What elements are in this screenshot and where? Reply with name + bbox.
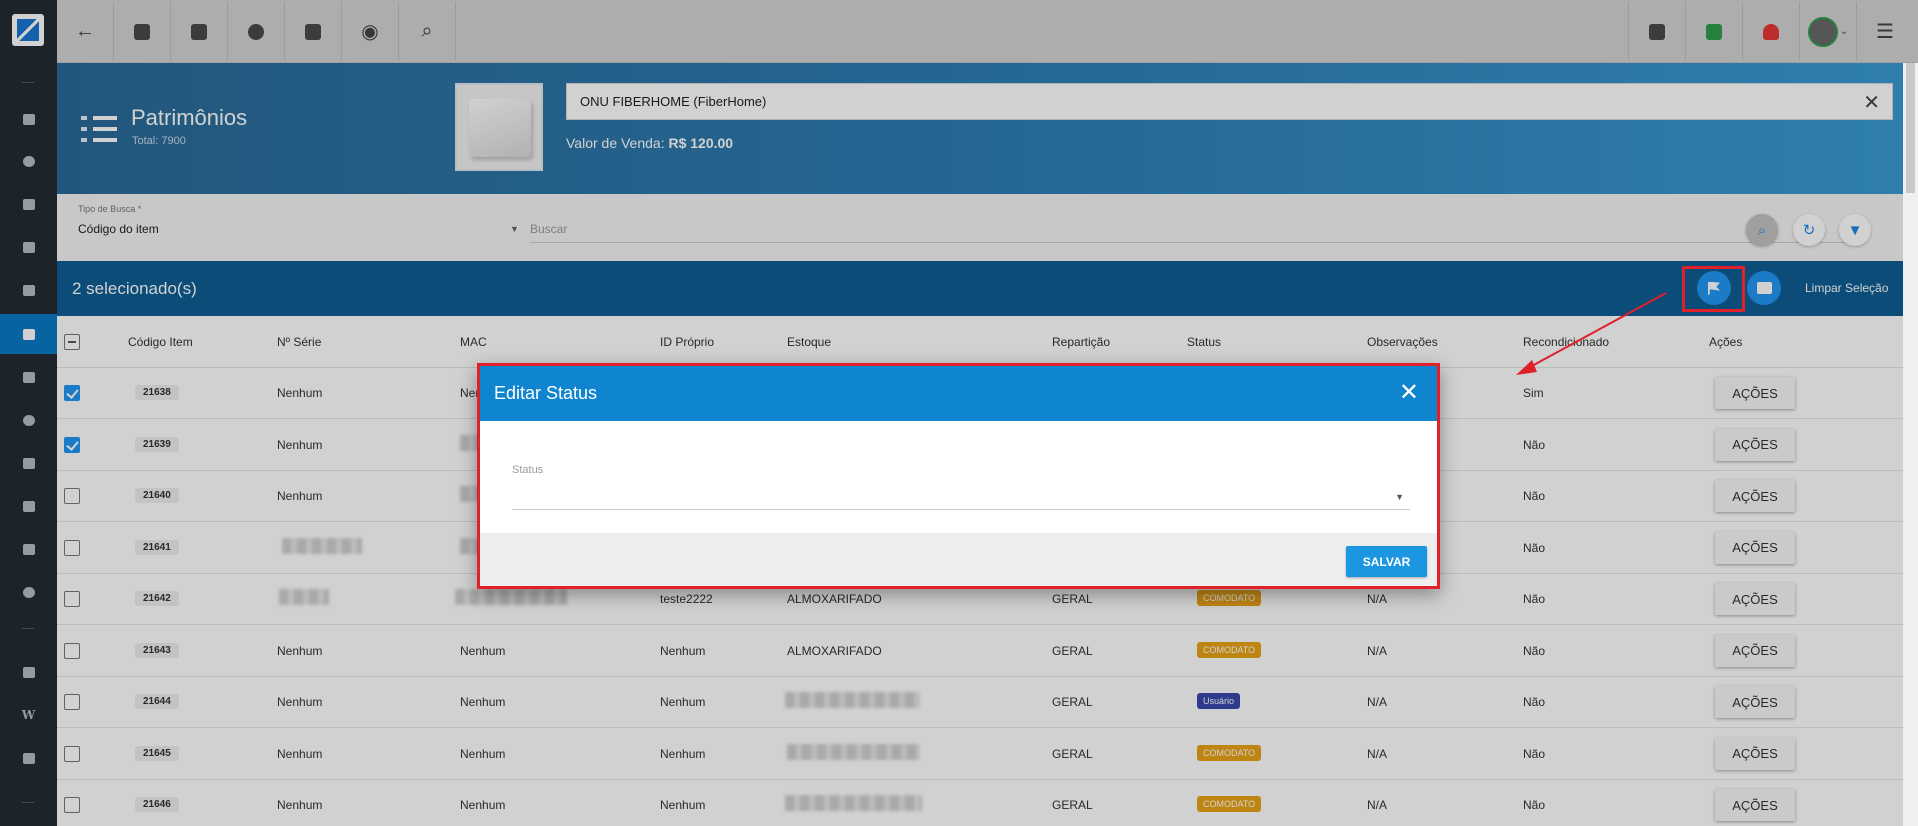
page-scrollbar[interactable] [1903, 63, 1918, 826]
annotation-arrow [1516, 292, 1667, 375]
scrollbar-thumb[interactable] [1906, 63, 1915, 193]
